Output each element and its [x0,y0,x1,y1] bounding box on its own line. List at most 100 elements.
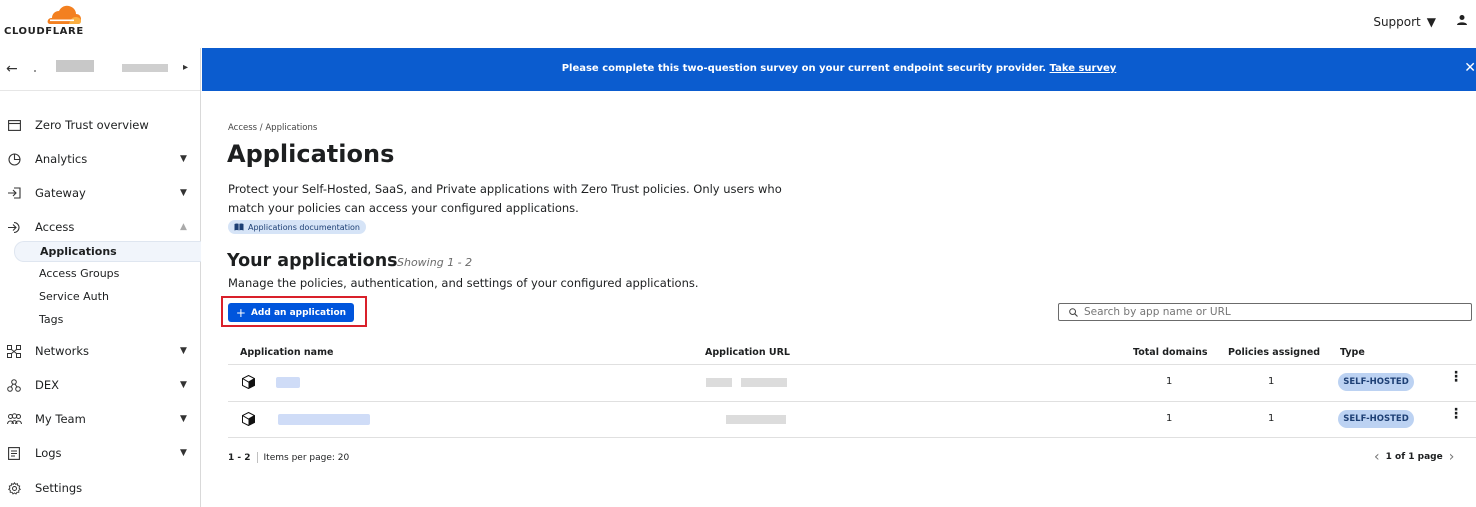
sidebar-item-access[interactable]: Access ▲ [0,212,200,242]
window-icon [6,117,22,133]
app-cube-icon [242,375,255,389]
redacted-app-url [741,378,787,387]
table-row[interactable]: 1 1 SELF-HOSTED ⋮ [228,364,1476,401]
support-menu[interactable]: Support ▼ [1373,15,1436,29]
close-icon[interactable]: ✕ [1464,60,1476,76]
search-input[interactable] [1084,306,1464,318]
sidebar-item-my-team[interactable]: My Team ▼ [0,404,200,434]
redacted-account-dot [34,70,36,72]
caret-down-icon: ▼ [1426,15,1436,29]
more-options-icon[interactable]: ⋮ [1449,407,1463,421]
account-selector[interactable]: ← ▸ [0,48,200,91]
sidebar-item-gateway[interactable]: Gateway ▼ [0,178,200,208]
redacted-account-id [122,64,168,72]
pagination-range: 1 - 2 [228,452,251,463]
chevron-right-icon[interactable]: › [1449,449,1455,465]
banner-text: Please complete this two-question survey… [561,63,1047,74]
gateway-icon [6,185,22,201]
banner-message: Please complete this two-question survey… [202,63,1476,74]
sidebar-item-label: Access [35,220,75,234]
network-icon [6,343,22,359]
documentation-link[interactable]: Applications documentation [228,220,366,234]
search-field[interactable] [1058,303,1472,321]
sidebar-item-zero-trust-overview[interactable]: Zero Trust overview [0,110,200,140]
table-row[interactable]: 1 1 SELF-HOSTED ⋮ [228,401,1476,438]
pagination-controls: ‹ 1 of 1 page › [1374,449,1454,465]
caret-up-icon: ▲ [180,222,187,232]
sidebar-subitem-label: Access Groups [39,267,120,280]
redacted-account-name [56,60,94,72]
brand-wordmark: CLOUDFLARE [4,26,84,37]
breadcrumb: Access / Applications [228,123,318,133]
caret-down-icon: ▼ [180,414,187,424]
sidebar-item-label: My Team [35,412,86,426]
sidebar-item-analytics[interactable]: Analytics ▼ [0,144,200,174]
dex-icon [6,377,22,393]
caret-down-icon: ▼ [180,448,187,458]
sidebar-item-networks[interactable]: Networks ▼ [0,336,200,366]
sidebar-subitem-access-groups[interactable]: Access Groups [14,264,201,285]
survey-banner: Please complete this two-question survey… [202,48,1476,91]
column-header-total-domains[interactable]: Total domains [1133,347,1208,358]
sidebar-subitem-label: Service Auth [39,290,109,303]
gear-icon [6,480,22,496]
more-options-icon[interactable]: ⋮ [1449,370,1463,384]
sidebar-subitem-applications[interactable]: Applications [14,241,201,262]
take-survey-link[interactable]: Take survey [1050,63,1117,74]
logs-icon [6,445,22,461]
policies-assigned-value: 1 [1268,413,1275,424]
chevron-right-icon: ▸ [183,62,189,73]
sidebar-subitem-service-auth[interactable]: Service Auth [14,287,201,308]
documentation-link-label: Applications documentation [248,222,360,232]
redacted-app-url [706,378,732,387]
sidebar-item-label: Zero Trust overview [35,118,149,132]
cloudflare-logo[interactable]: CLOUDFLARE [4,5,94,41]
access-icon [6,219,22,235]
support-label: Support [1373,15,1421,29]
column-header-type[interactable]: Type [1340,347,1365,358]
pie-chart-icon [6,151,22,167]
cloud-logo-icon [47,5,81,24]
sidebar-item-settings[interactable]: Settings [0,473,200,503]
total-domains-value: 1 [1166,376,1173,387]
sidebar-subitem-label: Tags [39,313,64,326]
sidebar-item-label: Logs [35,446,62,460]
policies-assigned-value: 1 [1268,376,1275,387]
type-badge: SELF-HOSTED [1338,410,1414,428]
total-domains-value: 1 [1166,413,1173,424]
caret-down-icon: ▼ [180,188,187,198]
user-icon[interactable] [1456,14,1468,26]
column-header-application-name[interactable]: Application name [240,347,333,358]
section-description: Manage the policies, authentication, and… [228,276,699,290]
back-arrow-icon[interactable]: ← [6,61,18,77]
app-cube-icon [242,412,255,426]
pagination-summary: 1 - 2 Items per page: 20 [228,452,349,463]
divider [256,452,258,463]
book-icon [234,223,244,231]
top-header: CLOUDFLARE Support ▼ [0,0,1476,48]
caret-down-icon: ▼ [180,154,187,164]
section-title: Your applications [227,251,398,271]
page-info: 1 of 1 page [1385,452,1443,462]
team-icon [6,411,22,427]
sidebar-item-label: DEX [35,378,59,392]
sidebar-item-label: Analytics [35,152,88,166]
showing-count: Showing 1 - 2 [397,256,473,269]
column-header-policies-assigned[interactable]: Policies assigned [1228,347,1320,358]
redacted-app-name[interactable] [278,414,370,425]
redacted-app-name[interactable] [276,377,300,388]
chevron-left-icon[interactable]: ‹ [1374,449,1380,465]
page-title: Applications [227,140,395,168]
column-header-application-url[interactable]: Application URL [705,347,790,358]
sidebar-item-logs[interactable]: Logs ▼ [0,438,200,468]
sidebar-item-label: Gateway [35,186,86,200]
sidebar-subitem-tags[interactable]: Tags [14,310,201,331]
sidebar-subitem-label: Applications [40,245,117,258]
type-badge: SELF-HOSTED [1338,373,1414,391]
table-divider [228,437,1476,438]
items-per-page[interactable]: Items per page: 20 [264,453,350,463]
highlight-annotation-box [221,296,367,327]
sidebar-item-dex[interactable]: DEX ▼ [0,370,200,400]
redacted-app-url [726,415,786,424]
caret-down-icon: ▼ [180,346,187,356]
